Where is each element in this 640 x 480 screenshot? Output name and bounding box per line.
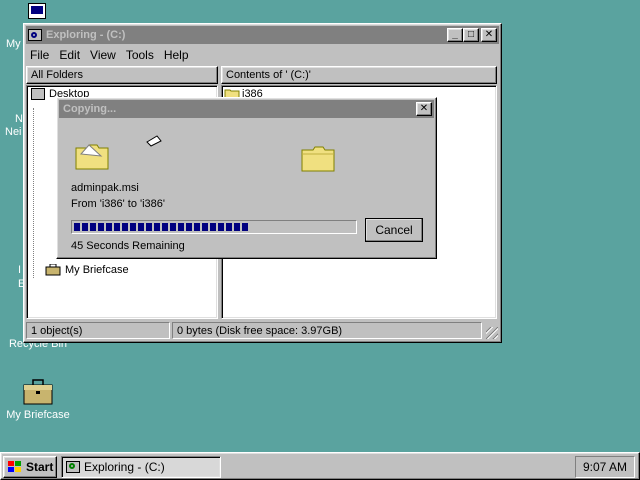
resize-grip[interactable] [486, 327, 498, 339]
explorer-window-icon [28, 29, 42, 41]
taskbar: Start Exploring - (C:) 9:07 AM [0, 452, 640, 480]
maximize-button[interactable]: □ [463, 28, 479, 42]
copying-dialog[interactable]: Copying... ✕ adminpak.msi From 'i386' to… [56, 97, 437, 259]
start-button[interactable]: Start [3, 456, 57, 478]
copying-titlebar[interactable]: Copying... ✕ [59, 100, 434, 118]
copy-file-name: adminpak.msi [71, 182, 139, 194]
explorer-titlebar[interactable]: Exploring - (C:) _ □ ✕ [26, 26, 499, 44]
explorer-title: Exploring - (C:) [46, 29, 126, 41]
system-tray: 9:07 AM [575, 456, 635, 478]
copy-progress-fill [74, 223, 248, 231]
taskbar-button-label: Exploring - (C:) [84, 460, 165, 474]
copy-time-remaining: 45 Seconds Remaining [71, 240, 185, 252]
desktop-icon-label: My Briefcase [6, 409, 70, 421]
cancel-button[interactable]: Cancel [365, 218, 423, 242]
cancel-button-label: Cancel [375, 223, 413, 237]
desktop-icon-label: My [6, 38, 21, 50]
menu-tools[interactable]: Tools [126, 48, 154, 62]
desktop-icon-my-briefcase[interactable]: My Briefcase [3, 378, 73, 421]
close-button[interactable]: ✕ [481, 28, 497, 42]
tree-item-label: My Briefcase [65, 264, 129, 276]
taskbar-button-exploring[interactable]: Exploring - (C:) [61, 456, 221, 478]
desktop-partial-label-nei: Nei [5, 126, 22, 138]
status-objects: 1 object(s) [26, 322, 170, 339]
tree-item-my-briefcase[interactable]: My Briefcase [45, 263, 129, 276]
source-folder-icon [75, 142, 109, 173]
menu-help[interactable]: Help [164, 48, 189, 62]
status-disk: 0 bytes (Disk free space: 3.97GB) [172, 322, 482, 339]
close-button[interactable]: ✕ [416, 102, 432, 116]
windows-logo-icon [7, 460, 23, 474]
desktop-small-window-icon[interactable] [28, 3, 46, 19]
briefcase-icon [45, 263, 61, 276]
menu-view[interactable]: View [90, 48, 116, 62]
briefcase-icon [22, 378, 54, 406]
desktop-icon-my-computer[interactable]: My [0, 38, 24, 50]
contents-header: Contents of ' (C:)' [221, 66, 497, 84]
start-label: Start [26, 460, 54, 474]
explorer-icon [66, 461, 80, 473]
explorer-menubar: File Edit View Tools Help [26, 45, 499, 65]
menu-edit[interactable]: Edit [59, 48, 80, 62]
desktop-partial-label-n: N [15, 113, 23, 125]
flying-document-icon [145, 134, 163, 151]
desktop-icon [31, 88, 45, 100]
menu-file[interactable]: File [30, 48, 49, 62]
all-folders-header: All Folders [26, 66, 218, 84]
desktop-partial-label-i: I [18, 264, 22, 276]
copying-title: Copying... [63, 103, 117, 115]
minimize-button[interactable]: _ [447, 28, 463, 42]
copy-progress-bar [71, 220, 357, 234]
copy-from-to: From 'i386' to 'i386' [71, 198, 165, 210]
destination-folder-icon [301, 144, 335, 175]
tree-expanders [33, 108, 45, 278]
clock[interactable]: 9:07 AM [583, 460, 627, 474]
